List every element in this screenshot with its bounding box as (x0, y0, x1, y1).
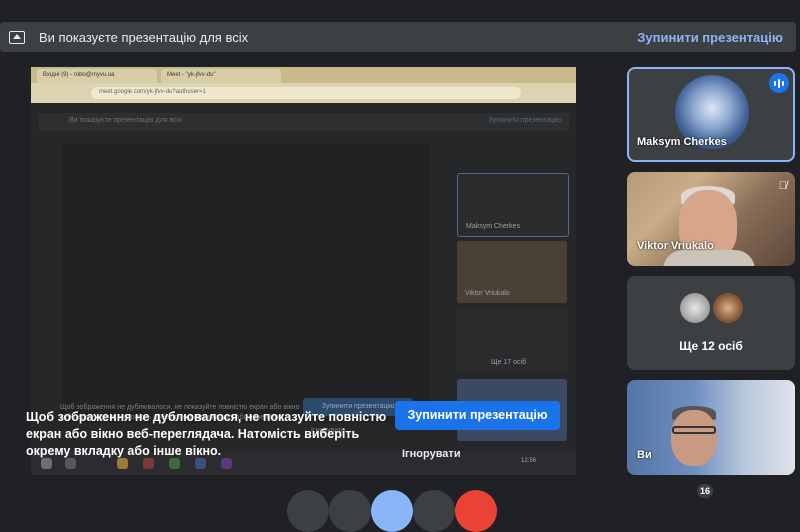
presenting-banner-text: Ви показуєте презентацію для всіх (39, 29, 249, 45)
participant-name: Ви (637, 449, 652, 461)
camera-button[interactable] (329, 490, 371, 532)
video-shirt (663, 250, 755, 266)
leave-call-button[interactable] (455, 490, 497, 532)
video-glasses (672, 426, 716, 434)
inner-tile-3: Ще 17 осіб (457, 310, 567, 372)
video-face (671, 410, 717, 466)
present-screen-icon (9, 30, 25, 44)
inner-tile-1: Maksym Cherkes (457, 173, 569, 237)
avatar (680, 293, 710, 323)
inner-banner-text: Ви показуєте презентацію для всіх (69, 117, 182, 124)
browser-url: meet.google.com/yk-jfvv-du?authuser=1 (91, 87, 521, 99)
mic-button[interactable] (287, 490, 329, 532)
browser-tab-bar: Вхідні (9) - robo@myvu.ua Meet - "yk-jfv… (31, 67, 576, 83)
present-button[interactable] (371, 490, 413, 532)
inner-shared-area (61, 143, 431, 423)
inner-tile-label: Maksym Cherkes (466, 223, 521, 230)
mic-off-icon: 🎙̸ (778, 180, 787, 192)
taskbar-clock: 12:56 (520, 458, 536, 464)
more-participants-tile[interactable]: Ще 12 осіб (627, 276, 795, 370)
participant-tile-maksym[interactable]: Maksym Cherkes (627, 67, 795, 162)
inner-tile-label: Viktor Vriukalo (465, 290, 510, 297)
participant-count-badge: 16 (697, 484, 713, 498)
browser-address-bar: meet.google.com/yk-jfvv-du?authuser=1 (31, 83, 576, 103)
ignore-button[interactable]: Ігнорувати (402, 448, 461, 460)
stop-presenting-button[interactable]: Зупинити презентацію (395, 401, 560, 430)
inner-banner-stop: Зупинити презентацію (488, 117, 561, 124)
top-strip (0, 0, 800, 16)
inner-presenting-banner: Ви показуєте презентацію для всіх Зупини… (39, 113, 569, 131)
duplicate-warning-message: Щоб зображення не дублювалося, не показу… (26, 410, 387, 458)
inner-tile-2: Viktor Vriukalo (457, 241, 567, 303)
speaking-indicator-icon (769, 73, 789, 93)
inner-tile-label: Ще 17 осіб (491, 359, 527, 366)
self-tile[interactable]: Ви (627, 380, 795, 475)
browser-tab-meet: Meet - "yk-jfvv-du" (161, 69, 281, 83)
participant-name: Maksym Cherkes (637, 136, 727, 148)
browser-tab-gmail: Вхідні (9) - robo@myvu.ua (37, 69, 157, 83)
banner-stop-presenting-link[interactable]: Зупинити презентацію (637, 30, 783, 45)
participant-tile-viktor[interactable]: 🎙̸ Viktor Vriukalo (627, 172, 795, 266)
more-options-button[interactable] (413, 490, 455, 532)
more-participants-label: Ще 12 осіб (679, 339, 743, 353)
avatar (713, 293, 743, 323)
presenting-banner: Ви показуєте презентацію для всіх Зупини… (0, 22, 796, 52)
participant-name: Viktor Vriukalo (637, 240, 714, 252)
